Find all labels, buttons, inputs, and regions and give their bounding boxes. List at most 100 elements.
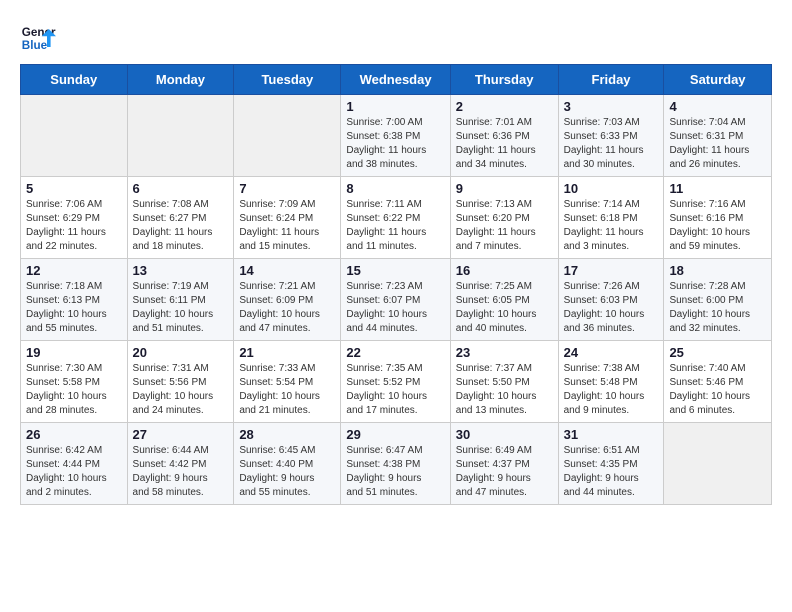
day-number: 31 xyxy=(564,427,659,442)
day-info: Sunrise: 7:13 AM Sunset: 6:20 PM Dayligh… xyxy=(456,198,553,254)
day-number: 1 xyxy=(346,99,444,114)
day-info: Sunrise: 7:09 AM Sunset: 6:24 PM Dayligh… xyxy=(239,198,335,254)
calendar-cell: 18Sunrise: 7:28 AM Sunset: 6:00 PM Dayli… xyxy=(664,259,772,341)
day-number: 21 xyxy=(239,345,335,360)
day-number: 22 xyxy=(346,345,444,360)
calendar-cell: 8 Sunrise: 7:11 AM Sunset: 6:22 PM Daylig… xyxy=(341,177,450,259)
header-saturday: Saturday xyxy=(664,65,772,95)
day-info: Sunrise: 7:37 AM Sunset: 5:50 PM Dayligh… xyxy=(456,362,553,418)
day-number: 5 xyxy=(26,181,122,196)
day-number: 11 xyxy=(669,181,766,196)
day-info: Sunrise: 7:01 AM Sunset: 6:36 PM Dayligh… xyxy=(456,116,553,172)
day-info: Sunrise: 7:40 AM Sunset: 5:46 PM Dayligh… xyxy=(669,362,766,418)
calendar-cell: 12Sunrise: 7:18 AM Sunset: 6:13 PM Dayli… xyxy=(21,259,128,341)
day-number: 26 xyxy=(26,427,122,442)
day-info: Sunrise: 7:30 AM Sunset: 5:58 PM Dayligh… xyxy=(26,362,122,418)
day-info: Sunrise: 7:19 AM Sunset: 6:11 PM Dayligh… xyxy=(133,280,229,336)
calendar-cell: 13Sunrise: 7:19 AM Sunset: 6:11 PM Dayli… xyxy=(127,259,234,341)
calendar-cell: 31 Sunrise: 6:51 AM Sunset: 4:35 PM Dayli… xyxy=(558,423,664,505)
calendar-week-row: 1 Sunrise: 7:00 AM Sunset: 6:38 PM Daylig… xyxy=(21,95,772,177)
calendar-cell: 6 Sunrise: 7:08 AM Sunset: 6:27 PM Daylig… xyxy=(127,177,234,259)
day-number: 6 xyxy=(133,181,229,196)
day-number: 29 xyxy=(346,427,444,442)
day-number: 20 xyxy=(133,345,229,360)
day-info: Sunrise: 7:31 AM Sunset: 5:56 PM Dayligh… xyxy=(133,362,229,418)
day-number: 18 xyxy=(669,263,766,278)
header-thursday: Thursday xyxy=(450,65,558,95)
logo-area: General Blue xyxy=(20,20,60,56)
day-info: Sunrise: 6:45 AM Sunset: 4:40 PM Dayligh… xyxy=(239,444,335,500)
calendar-cell: 5 Sunrise: 7:06 AM Sunset: 6:29 PM Daylig… xyxy=(21,177,128,259)
day-info: Sunrise: 7:16 AM Sunset: 6:16 PM Dayligh… xyxy=(669,198,766,254)
calendar-cell: 20 Sunrise: 7:31 AM Sunset: 5:56 PM Dayli… xyxy=(127,341,234,423)
calendar-cell: 21 Sunrise: 7:33 AM Sunset: 5:54 PM Dayli… xyxy=(234,341,341,423)
calendar-cell: 30 Sunrise: 6:49 AM Sunset: 4:37 PM Dayli… xyxy=(450,423,558,505)
calendar-cell: 29 Sunrise: 6:47 AM Sunset: 4:38 PM Dayli… xyxy=(341,423,450,505)
day-info: Sunrise: 7:14 AM Sunset: 6:18 PM Dayligh… xyxy=(564,198,659,254)
page-container: General Blue Sunday Monday Tuesday Wedne… xyxy=(20,20,772,505)
calendar-cell: 22Sunrise: 7:35 AM Sunset: 5:52 PM Dayli… xyxy=(341,341,450,423)
calendar-week-row: 5 Sunrise: 7:06 AM Sunset: 6:29 PM Daylig… xyxy=(21,177,772,259)
calendar-cell: 1 Sunrise: 7:00 AM Sunset: 6:38 PM Daylig… xyxy=(341,95,450,177)
calendar-week-row: 12Sunrise: 7:18 AM Sunset: 6:13 PM Dayli… xyxy=(21,259,772,341)
calendar-cell xyxy=(664,423,772,505)
day-number: 24 xyxy=(564,345,659,360)
calendar-cell xyxy=(234,95,341,177)
calendar-cell: 9 Sunrise: 7:13 AM Sunset: 6:20 PM Daylig… xyxy=(450,177,558,259)
day-info: Sunrise: 7:08 AM Sunset: 6:27 PM Dayligh… xyxy=(133,198,229,254)
calendar-cell: 26 Sunrise: 6:42 AM Sunset: 4:44 PM Dayli… xyxy=(21,423,128,505)
day-info: Sunrise: 7:33 AM Sunset: 5:54 PM Dayligh… xyxy=(239,362,335,418)
calendar-cell xyxy=(21,95,128,177)
day-number: 17 xyxy=(564,263,659,278)
calendar-cell: 24 Sunrise: 7:38 AM Sunset: 5:48 PM Dayli… xyxy=(558,341,664,423)
day-info: Sunrise: 7:38 AM Sunset: 5:48 PM Dayligh… xyxy=(564,362,659,418)
day-number: 9 xyxy=(456,181,553,196)
day-number: 28 xyxy=(239,427,335,442)
calendar-cell: 11 Sunrise: 7:16 AM Sunset: 6:16 PM Dayli… xyxy=(664,177,772,259)
header-tuesday: Tuesday xyxy=(234,65,341,95)
calendar-week-row: 19Sunrise: 7:30 AM Sunset: 5:58 PM Dayli… xyxy=(21,341,772,423)
day-info: Sunrise: 6:47 AM Sunset: 4:38 PM Dayligh… xyxy=(346,444,444,500)
day-info: Sunrise: 6:51 AM Sunset: 4:35 PM Dayligh… xyxy=(564,444,659,500)
day-number: 7 xyxy=(239,181,335,196)
calendar-cell: 25 Sunrise: 7:40 AM Sunset: 5:46 PM Dayli… xyxy=(664,341,772,423)
calendar-cell: 19Sunrise: 7:30 AM Sunset: 5:58 PM Dayli… xyxy=(21,341,128,423)
calendar-cell: 28 Sunrise: 6:45 AM Sunset: 4:40 PM Dayli… xyxy=(234,423,341,505)
day-number: 25 xyxy=(669,345,766,360)
svg-text:Blue: Blue xyxy=(22,39,48,52)
day-info: Sunrise: 7:21 AM Sunset: 6:09 PM Dayligh… xyxy=(239,280,335,336)
calendar-cell: 2 Sunrise: 7:01 AM Sunset: 6:36 PM Daylig… xyxy=(450,95,558,177)
day-info: Sunrise: 7:25 AM Sunset: 6:05 PM Dayligh… xyxy=(456,280,553,336)
day-number: 12 xyxy=(26,263,122,278)
calendar-week-row: 26 Sunrise: 6:42 AM Sunset: 4:44 PM Dayli… xyxy=(21,423,772,505)
calendar-table: Sunday Monday Tuesday Wednesday Thursday… xyxy=(20,64,772,505)
day-number: 15 xyxy=(346,263,444,278)
day-info: Sunrise: 6:49 AM Sunset: 4:37 PM Dayligh… xyxy=(456,444,553,500)
day-number: 3 xyxy=(564,99,659,114)
day-info: Sunrise: 7:06 AM Sunset: 6:29 PM Dayligh… xyxy=(26,198,122,254)
day-info: Sunrise: 7:23 AM Sunset: 6:07 PM Dayligh… xyxy=(346,280,444,336)
day-info: Sunrise: 7:00 AM Sunset: 6:38 PM Dayligh… xyxy=(346,116,444,172)
day-number: 16 xyxy=(456,263,553,278)
day-number: 23 xyxy=(456,345,553,360)
day-info: Sunrise: 7:26 AM Sunset: 6:03 PM Dayligh… xyxy=(564,280,659,336)
day-number: 30 xyxy=(456,427,553,442)
day-info: Sunrise: 6:42 AM Sunset: 4:44 PM Dayligh… xyxy=(26,444,122,500)
day-number: 14 xyxy=(239,263,335,278)
day-number: 10 xyxy=(564,181,659,196)
calendar-cell: 17 Sunrise: 7:26 AM Sunset: 6:03 PM Dayli… xyxy=(558,259,664,341)
calendar-cell: 7 Sunrise: 7:09 AM Sunset: 6:24 PM Daylig… xyxy=(234,177,341,259)
calendar-cell: 3Sunrise: 7:03 AM Sunset: 6:33 PM Daylig… xyxy=(558,95,664,177)
day-info: Sunrise: 7:11 AM Sunset: 6:22 PM Dayligh… xyxy=(346,198,444,254)
calendar-cell: 14 Sunrise: 7:21 AM Sunset: 6:09 PM Dayli… xyxy=(234,259,341,341)
header-friday: Friday xyxy=(558,65,664,95)
day-number: 8 xyxy=(346,181,444,196)
logo-icon: General Blue xyxy=(20,20,56,56)
calendar-cell: 10 Sunrise: 7:14 AM Sunset: 6:18 PM Dayli… xyxy=(558,177,664,259)
calendar-cell: 23 Sunrise: 7:37 AM Sunset: 5:50 PM Dayli… xyxy=(450,341,558,423)
weekday-header-row: Sunday Monday Tuesday Wednesday Thursday… xyxy=(21,65,772,95)
day-number: 4 xyxy=(669,99,766,114)
header-sunday: Sunday xyxy=(21,65,128,95)
day-number: 2 xyxy=(456,99,553,114)
calendar-cell: 16 Sunrise: 7:25 AM Sunset: 6:05 PM Dayli… xyxy=(450,259,558,341)
